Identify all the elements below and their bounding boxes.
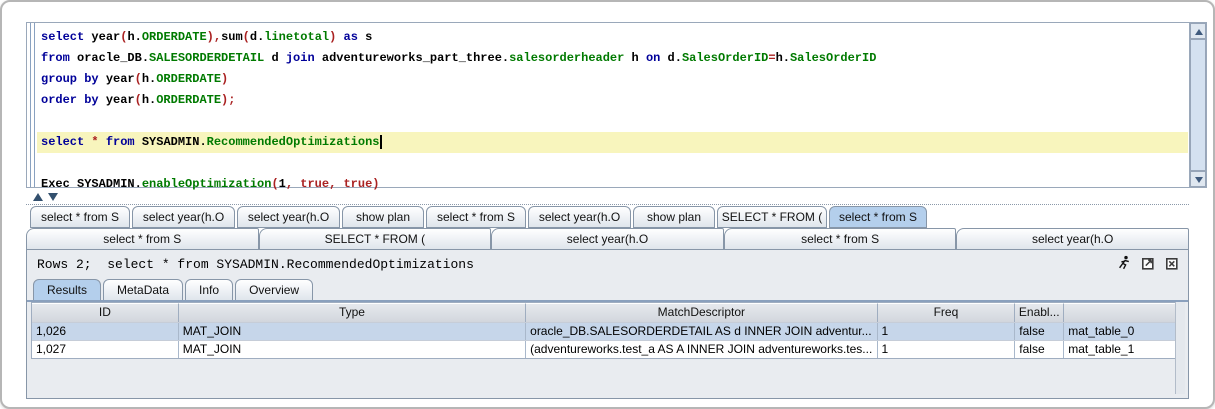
result-toolbar	[1116, 255, 1180, 271]
results-table: IDTypeMatchDescriptorFreqEnabl... 1,026M…	[31, 302, 1178, 359]
column-header[interactable]: MatchDescriptor	[526, 303, 877, 322]
query-tab[interactable]: select * from S	[30, 206, 130, 228]
table-cell: MAT_JOIN	[179, 323, 526, 340]
results-table-header: IDTypeMatchDescriptorFreqEnabl...	[32, 303, 1177, 322]
code-line[interactable]	[37, 111, 1188, 132]
query-tab-row-1: select * from Sselect year(h.Oselect yea…	[26, 206, 929, 228]
column-header[interactable]	[1064, 303, 1177, 322]
code-line[interactable]: group by year(h.ORDERDATE)	[37, 69, 1188, 90]
table-row[interactable]: 1,026MAT_JOINoracle_DB.SALESORDERDETAIL …	[32, 322, 1177, 340]
table-cell: 1,027	[32, 341, 179, 358]
close-icon[interactable]	[1164, 255, 1180, 271]
editor-gutter	[30, 23, 35, 187]
column-header[interactable]: Type	[179, 303, 526, 322]
query-tab[interactable]: select * from S	[829, 206, 927, 228]
results-tab-bar: ResultsMetaDataInfoOverview	[33, 279, 315, 301]
code-line[interactable]: select * from SYSADMIN.RecommendedOptimi…	[37, 132, 1188, 153]
table-cell: mat_table_1	[1064, 341, 1177, 358]
arrow-down-icon	[1195, 177, 1203, 183]
query-tab[interactable]: show plan	[633, 206, 715, 228]
code-line[interactable]: order by year(h.ORDERDATE);	[37, 90, 1188, 111]
text-caret	[380, 135, 382, 149]
scroll-up-button[interactable]	[1190, 23, 1206, 39]
running-man-icon[interactable]	[1116, 255, 1132, 271]
result-status-row: Rows 2; select * from SYSADMIN.Recommend…	[27, 250, 1188, 279]
results-panel: Rows 2; select * from SYSADMIN.Recommend…	[26, 249, 1189, 399]
editor-lines[interactable]: select year(h.ORDERDATE),sum(d.linetotal…	[37, 27, 1188, 195]
result-status-text: Rows 2; select * from SYSADMIN.Recommend…	[37, 257, 474, 272]
results-table-body: 1,026MAT_JOINoracle_DB.SALESORDERDETAIL …	[32, 322, 1177, 358]
splitter-collapse-up-button[interactable]	[33, 193, 43, 201]
query-tab[interactable]: select year(h.O	[956, 228, 1189, 250]
query-tab-row-2: select * from SSELECT * FROM (select yea…	[26, 228, 1189, 250]
code-line[interactable]	[37, 153, 1188, 174]
editor-vertical-scrollbar[interactable]	[1189, 23, 1206, 187]
table-cell: 1	[878, 341, 1016, 358]
query-tab[interactable]: show plan	[342, 206, 424, 228]
query-tab[interactable]: select * from S	[426, 206, 526, 228]
query-tab[interactable]: SELECT * FROM (	[259, 228, 492, 250]
results-tab[interactable]: MetaData	[103, 279, 183, 301]
query-tab[interactable]: SELECT * FROM (	[717, 206, 827, 228]
results-tab[interactable]: Results	[33, 279, 101, 301]
scroll-down-button[interactable]	[1190, 171, 1206, 187]
query-tab[interactable]: select * from S	[26, 228, 259, 250]
column-header[interactable]: ID	[32, 303, 179, 322]
table-cell: (adventureworks.test_a AS A INNER JOIN a…	[526, 341, 877, 358]
table-cell: 1,026	[32, 323, 179, 340]
results-tab[interactable]: Info	[185, 279, 233, 301]
code-line[interactable]: select year(h.ORDERDATE),sum(d.linetotal…	[37, 27, 1188, 48]
query-tab[interactable]: select year(h.O	[132, 206, 235, 228]
query-tab[interactable]: select year(h.O	[491, 228, 724, 250]
code-line[interactable]: from oracle_DB.SALESORDERDETAIL d join a…	[37, 48, 1188, 69]
sql-editor[interactable]: select year(h.ORDERDATE),sum(d.linetotal…	[26, 22, 1207, 188]
table-cell: false	[1015, 323, 1064, 340]
table-cell: 1	[878, 323, 1016, 340]
table-cell: MAT_JOIN	[179, 341, 526, 358]
table-vertical-scrollbar[interactable]	[1175, 302, 1185, 394]
splitter-divider[interactable]	[26, 204, 1189, 205]
column-header[interactable]: Freq	[878, 303, 1016, 322]
table-row[interactable]: 1,027MAT_JOIN(adventureworks.test_a AS A…	[32, 340, 1177, 358]
query-tab[interactable]: select year(h.O	[528, 206, 631, 228]
query-tab[interactable]: select * from S	[724, 228, 957, 250]
query-tab[interactable]: select year(h.O	[237, 206, 340, 228]
table-cell: mat_table_0	[1064, 323, 1177, 340]
table-cell: oracle_DB.SALESORDERDETAIL AS d INNER JO…	[526, 323, 877, 340]
column-header[interactable]: Enabl...	[1015, 303, 1064, 322]
results-tab[interactable]: Overview	[235, 279, 313, 301]
splitter-collapse-down-button[interactable]	[48, 193, 58, 201]
scrollbar-thumb[interactable]	[1190, 39, 1206, 171]
table-cell: false	[1015, 341, 1064, 358]
arrow-up-icon	[1195, 29, 1203, 35]
code-line[interactable]: Exec SYSADMIN.enableOptimization(1, true…	[37, 174, 1188, 195]
detach-icon[interactable]	[1140, 255, 1156, 271]
sql-client-window: select year(h.ORDERDATE),sum(d.linetotal…	[0, 0, 1215, 409]
